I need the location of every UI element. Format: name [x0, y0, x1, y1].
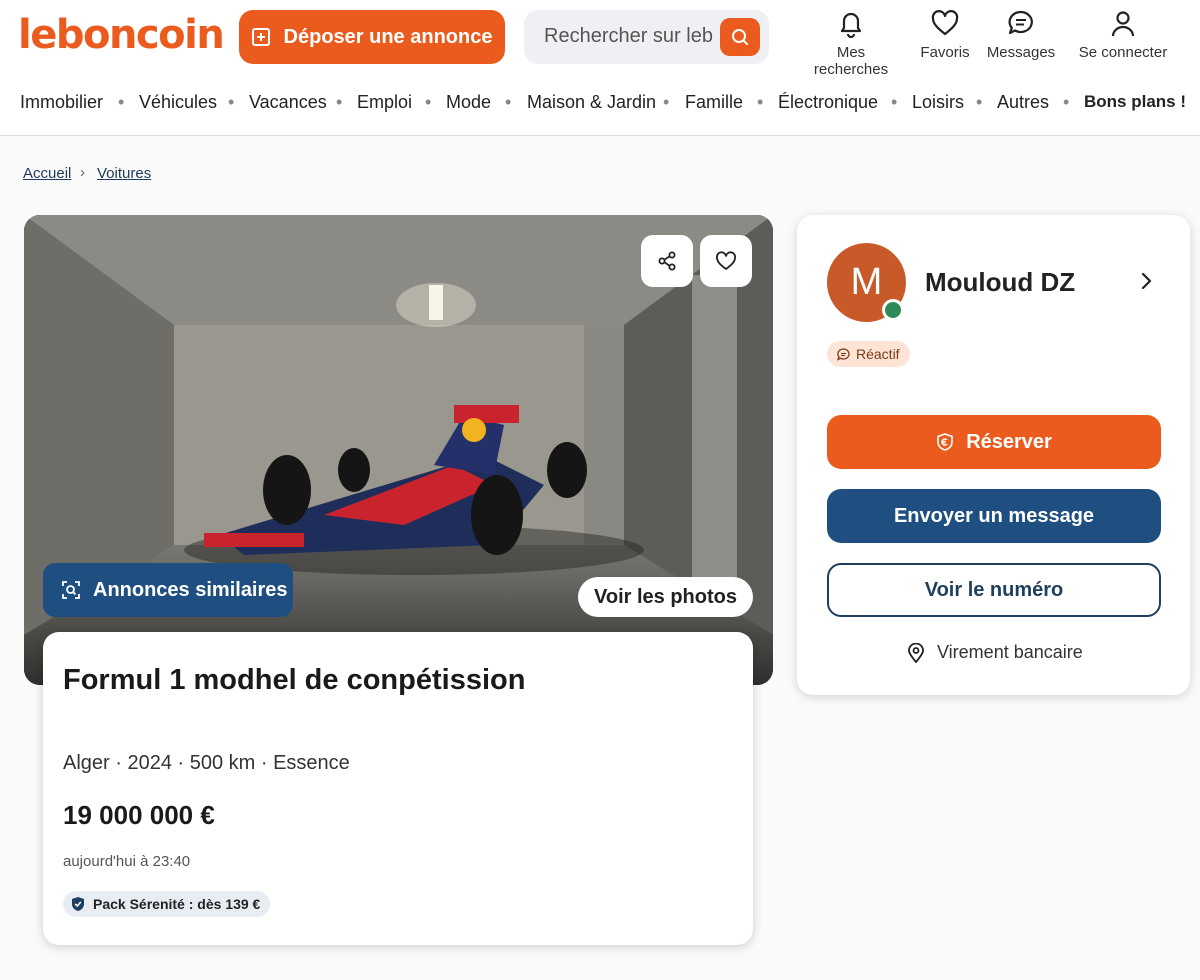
listing-photo[interactable]: Annonces similaires Voir les photos [24, 215, 773, 685]
messages-label: Messages [986, 44, 1056, 61]
separator-dot: • [118, 92, 125, 112]
chat-icon [1008, 10, 1033, 35]
seller-name[interactable]: Mouloud DZ [925, 267, 1075, 298]
serenity-pack-label: Pack Sérenité : dès 139 € [93, 896, 261, 912]
category-loisirs[interactable]: Loisirs [912, 92, 964, 113]
category-autres[interactable]: Autres [997, 92, 1049, 113]
separator-dot: • [757, 92, 764, 112]
reactive-badge: Réactif [827, 341, 910, 367]
category-vacances[interactable]: Vacances [249, 92, 327, 113]
search-input[interactable]: Rechercher sur lebi [544, 25, 714, 48]
send-message-button[interactable]: Envoyer un message [827, 489, 1161, 543]
separator-dot: • [663, 92, 670, 112]
post-ad-label: Déposer une annonce [283, 25, 493, 48]
reactive-label: Réactif [856, 346, 900, 362]
saved-searches-label: Mes recherches [813, 44, 889, 78]
search-bar[interactable]: Rechercher sur lebi [524, 10, 769, 64]
category-nav: Immobilier • Véhicules • Vacances • Empl… [0, 92, 1200, 116]
payment-method: Virement bancaire [907, 642, 1083, 663]
payment-method-label: Virement bancaire [937, 642, 1083, 662]
heart-icon [716, 251, 736, 270]
category-emploi[interactable]: Emploi [357, 92, 412, 113]
category-mode[interactable]: Mode [446, 92, 491, 113]
listing-price: 19 000 000 € [63, 800, 215, 830]
category-famille[interactable]: Famille [685, 92, 743, 113]
saved-searches-link[interactable]: Mes recherches [798, 8, 904, 78]
shield-check-icon [72, 897, 84, 911]
chat-bubble-icon [837, 347, 850, 361]
reserve-label: Réserver [966, 430, 1052, 453]
separator-dot: • [891, 92, 898, 112]
category-electronique[interactable]: Électronique [778, 92, 878, 113]
category-immobilier[interactable]: Immobilier [20, 92, 103, 113]
search-icon [732, 29, 748, 45]
bell-icon [840, 12, 862, 38]
euro-shield-icon [937, 433, 953, 451]
separator-dot: • [228, 92, 235, 112]
login-label: Se connecter [1078, 44, 1168, 61]
breadcrumb-home[interactable]: Accueil [23, 165, 71, 182]
serenity-pack-badge[interactable]: Pack Sérenité : dès 139 € [63, 891, 271, 917]
chevron-right-icon: › [80, 164, 85, 181]
favorite-button[interactable] [700, 235, 752, 287]
post-ad-button[interactable]: Déposer une annonce [239, 10, 505, 64]
category-maison-jardin[interactable]: Maison & Jardin [527, 92, 656, 113]
listing-title: Formul 1 modhel de conpétission [63, 664, 526, 696]
site-header: leboncoin Déposer une annonce Rechercher… [0, 0, 1200, 136]
category-bons-plans[interactable]: Bons plans ! [1084, 92, 1186, 112]
listing-date: aujourd'hui à 23:40 [63, 853, 191, 870]
similar-ads-button[interactable]: Annonces similaires [43, 563, 293, 617]
leboncoin-logo[interactable]: leboncoin [18, 12, 225, 58]
share-button[interactable] [641, 235, 693, 287]
favorites-label: Favoris [920, 44, 970, 61]
search-button[interactable] [720, 18, 760, 56]
user-icon [1111, 11, 1135, 37]
chevron-right-icon[interactable] [1140, 270, 1154, 292]
listing-info-card: Formul 1 modhel de conpétission Alger · … [43, 632, 753, 945]
share-icon [658, 251, 676, 271]
listing-meta: Alger · 2024 · 500 km · Essence [63, 752, 350, 774]
messages-link[interactable]: Messages [985, 8, 1057, 61]
scan-search-icon [62, 581, 80, 599]
heart-icon [931, 10, 959, 36]
plus-square-icon [251, 28, 270, 46]
category-vehicules[interactable]: Véhicules [139, 92, 217, 113]
separator-dot: • [505, 92, 512, 112]
separator-dot: • [976, 92, 983, 112]
show-phone-button[interactable]: Voir le numéro [827, 563, 1161, 617]
online-status-dot [882, 299, 904, 321]
separator-dot: • [425, 92, 432, 112]
breadcrumb-voitures[interactable]: Voitures [97, 165, 151, 182]
seller-card: M Mouloud DZ Réactif Réserver Envoyer un… [797, 215, 1190, 695]
location-pin-icon [908, 642, 924, 663]
separator-dot: • [1063, 92, 1070, 112]
favorites-link[interactable]: Favoris [918, 8, 972, 61]
similar-ads-label: Annonces similaires [93, 578, 288, 601]
reserve-button[interactable]: Réserver [827, 415, 1161, 469]
login-link[interactable]: Se connecter [1076, 8, 1170, 61]
view-photos-button[interactable]: Voir les photos [578, 577, 753, 617]
separator-dot: • [336, 92, 343, 112]
